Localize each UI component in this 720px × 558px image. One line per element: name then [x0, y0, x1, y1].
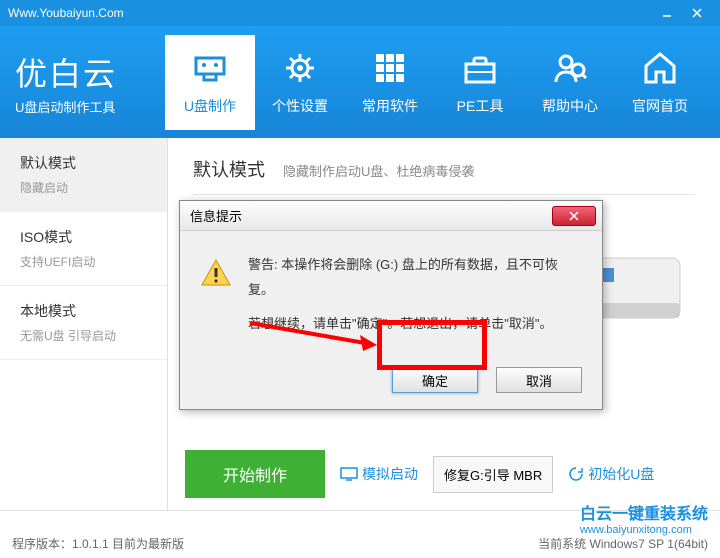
support-icon	[550, 48, 590, 88]
nav-label: 常用软件	[362, 96, 418, 116]
sidebar-item-title: 本地模式	[20, 301, 147, 321]
dialog-warning-text: 警告: 本操作将会删除 (G:) 盘上的所有数据，且不可恢复。	[248, 253, 582, 302]
sidebar-local-mode[interactable]: 本地模式 无需U盘 引导启动	[0, 286, 167, 360]
nav-customize[interactable]: 个性设置	[255, 35, 345, 130]
dialog-instruction-text: 若想继续，请单击"确定"。若想退出，请单击"取消"。	[248, 312, 582, 337]
minimize-button[interactable]	[652, 3, 682, 23]
close-icon	[568, 211, 580, 221]
refresh-icon	[568, 466, 584, 482]
monitor-icon	[340, 467, 358, 481]
sidebar-item-desc: 无需U盘 引导启动	[20, 327, 147, 344]
cancel-button[interactable]: 取消	[496, 367, 582, 393]
page-subtitle: 隐藏制作启动U盘、杜绝病毒侵袭	[283, 161, 474, 180]
warning-icon	[200, 257, 232, 289]
page-title: 默认模式	[193, 156, 265, 182]
version-text: 程序版本：1.0.1.1 目前为最新版	[12, 535, 184, 552]
nav-homepage[interactable]: 官网首页	[615, 35, 705, 130]
simulate-boot-link[interactable]: 模拟启动	[340, 464, 418, 484]
initialize-usb-link[interactable]: 初始化U盘	[568, 464, 654, 484]
nav-usb-creation[interactable]: U盘制作	[165, 35, 255, 130]
logo-subtitle: U盘启动制作工具	[15, 97, 165, 116]
nav-label: PE工具	[457, 96, 504, 116]
dialog-close-button[interactable]	[552, 206, 596, 226]
toolbox-icon	[460, 48, 500, 88]
nav-software[interactable]: 常用软件	[345, 35, 435, 130]
app-url: Www.Youbaiyun.Com	[8, 6, 124, 20]
close-button[interactable]	[682, 3, 712, 23]
system-info-text: 当前系统 Windows7 SP 1(64bit)	[538, 535, 708, 552]
logo-title: 优白云	[15, 49, 165, 95]
nav-pe-tools[interactable]: PE工具	[435, 35, 525, 130]
dialog-title-text: 信息提示	[190, 206, 242, 225]
watermark: 白云一键重装系统 www.baiyunxitong.com	[580, 500, 708, 536]
confirm-dialog: 信息提示 警告: 本操作将会删除 (G:) 盘上的所有数据，且不可恢复。 若想继…	[179, 200, 603, 410]
nav-label: 个性设置	[272, 96, 328, 116]
sidebar-item-title: ISO模式	[20, 227, 147, 247]
gear-icon	[280, 48, 320, 88]
sidebar-item-desc: 隐藏启动	[20, 179, 147, 196]
sidebar-item-title: 默认模式	[20, 153, 147, 173]
grid-icon	[370, 48, 410, 88]
start-creation-button[interactable]: 开始制作	[185, 450, 325, 498]
usb-drive-icon	[190, 48, 230, 88]
sidebar-default-mode[interactable]: 默认模式 隐藏启动	[0, 138, 167, 212]
nav-label: 帮助中心	[542, 96, 598, 116]
nav-label: U盘制作	[184, 96, 236, 116]
sidebar-item-desc: 支持UEFI启动	[20, 253, 147, 270]
sidebar-iso-mode[interactable]: ISO模式 支持UEFI启动	[0, 212, 167, 286]
nav-help[interactable]: 帮助中心	[525, 35, 615, 130]
ok-button[interactable]: 确定	[392, 367, 478, 393]
repair-mbr-button[interactable]: 修复G:引导 MBR	[433, 456, 553, 493]
home-icon	[640, 48, 680, 88]
nav-label: 官网首页	[632, 96, 688, 116]
